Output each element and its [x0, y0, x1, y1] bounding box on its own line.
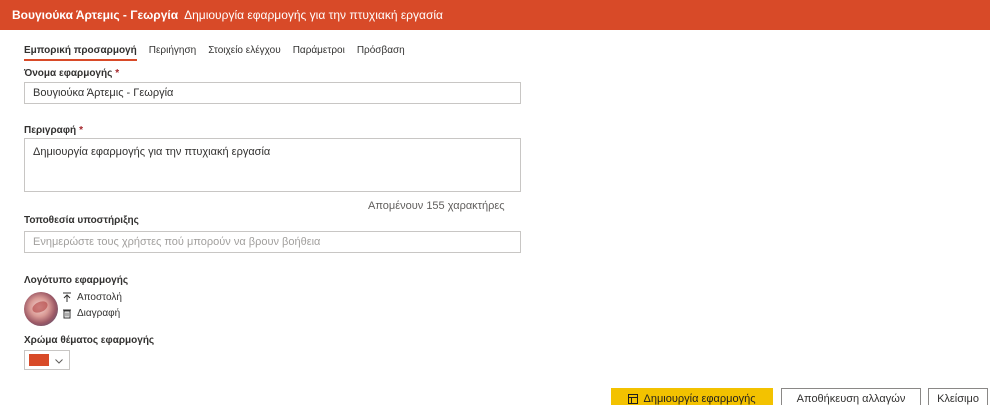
- tab-bar: Εμπορική προσαρμογή Περιήγηση Στοιχείο ε…: [24, 45, 417, 61]
- description-label-text: Περιγραφή: [24, 125, 77, 136]
- create-app-button[interactable]: Δημιουργία εφαρμογής: [611, 388, 773, 405]
- app-description: Δημιουργία εφαρμογής για την πτυχιακή ερ…: [184, 8, 443, 22]
- logo-label: Λογότυπο εφαρμογής: [24, 275, 128, 286]
- app-header: Βουγιούκα Άρτεμις - Γεωργία Δημιουργία ε…: [0, 0, 990, 30]
- upload-label: Αποστολή: [77, 291, 122, 303]
- tab-control[interactable]: Στοιχείο ελέγχου: [208, 45, 281, 61]
- app-name-input[interactable]: [24, 82, 521, 104]
- save-changes-button[interactable]: Αποθήκευση αλλαγών: [781, 388, 921, 405]
- app-name-label: Όνομα εφαρμογής *: [24, 68, 119, 79]
- upload-button[interactable]: Αποστολή: [61, 291, 122, 303]
- description-label: Περιγραφή *: [24, 125, 83, 136]
- delete-label: Διαγραφή: [77, 307, 121, 319]
- support-label-text: Τοποθεσία υποστήριξης: [24, 215, 139, 226]
- tab-navigation[interactable]: Περιήγηση: [149, 45, 196, 61]
- tab-branding[interactable]: Εμπορική προσαρμογή: [24, 45, 137, 61]
- support-input[interactable]: [24, 231, 521, 253]
- theme-color-picker[interactable]: [24, 350, 70, 370]
- tab-access[interactable]: Πρόσβαση: [357, 45, 405, 61]
- logo-label-text: Λογότυπο εφαρμογής: [24, 275, 129, 286]
- app-name: Βουγιούκα Άρτεμις - Γεωργία: [12, 8, 179, 22]
- description-input[interactable]: Δημιουργία εφαρμογής για την πτυχιακή ερ…: [24, 138, 521, 192]
- theme-color-label-text: Χρώμα θέματος εφαρμογής: [24, 335, 155, 346]
- save-changes-label: Αποθήκευση αλλαγών: [796, 393, 906, 405]
- create-app-label: Δημιουργία εφαρμογής: [643, 393, 756, 405]
- app-icon: [628, 394, 639, 404]
- app-name-label-text: Όνομα εφαρμογής: [24, 68, 113, 79]
- app-logo: [24, 292, 58, 326]
- trash-icon: [61, 307, 73, 319]
- upload-icon: [61, 291, 73, 303]
- support-label: Τοποθεσία υποστήριξης: [24, 215, 139, 226]
- delete-button[interactable]: Διαγραφή: [61, 307, 120, 319]
- close-button[interactable]: Κλείσιμο: [928, 388, 988, 405]
- required-mark: *: [79, 125, 83, 136]
- theme-color-label: Χρώμα θέματος εφαρμογής: [24, 335, 154, 346]
- char-counter: Απομένουν 155 χαρακτήρες: [368, 200, 505, 212]
- required-mark: *: [115, 68, 120, 79]
- color-swatch: [29, 354, 49, 366]
- chevron-down-icon: [55, 351, 63, 369]
- tab-parameters[interactable]: Παράμετροι: [293, 45, 345, 61]
- close-label: Κλείσιμο: [937, 393, 979, 405]
